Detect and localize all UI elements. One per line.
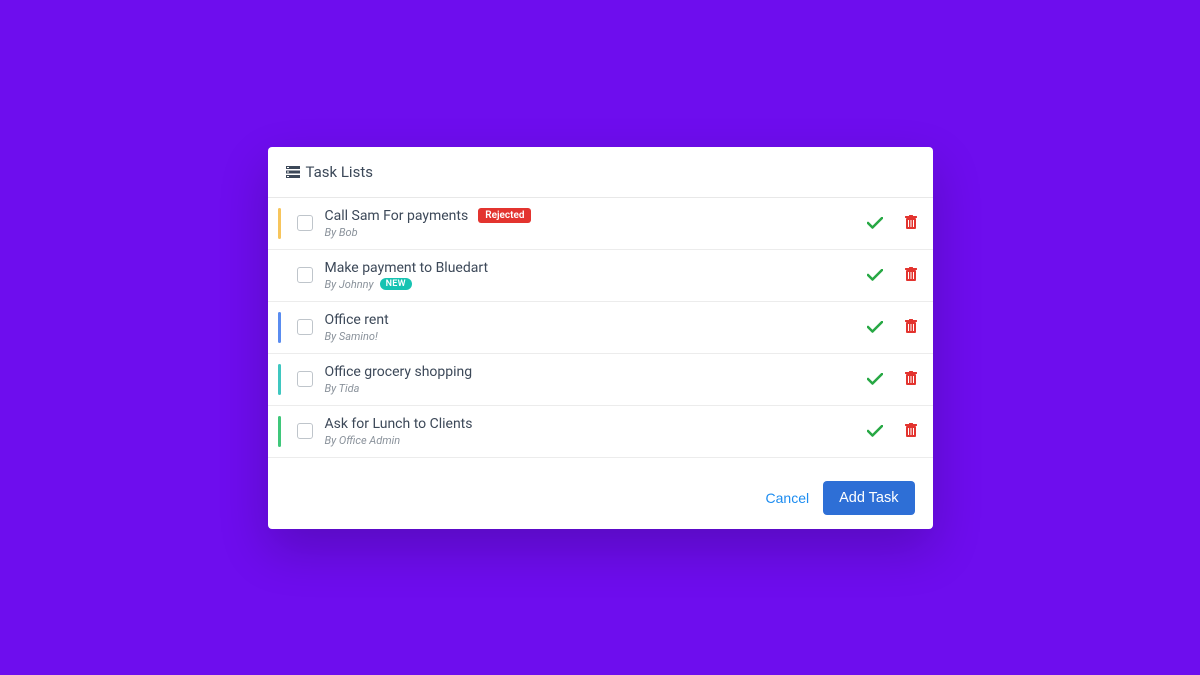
task-checkbox[interactable] [297, 267, 313, 283]
task-title: Office rent [325, 312, 389, 328]
task-checkbox[interactable] [297, 215, 313, 231]
task-body: Office grocery shopping By Tida [325, 364, 855, 395]
task-author: By Office Admin [325, 434, 855, 447]
trash-icon[interactable] [905, 370, 917, 389]
task-scroll-area[interactable]: Call Sam For payments Rejected By Bob [268, 197, 933, 467]
task-body: Ask for Lunch to Clients By Office Admin [325, 416, 855, 447]
row-actions [867, 422, 917, 441]
check-icon[interactable] [867, 318, 883, 337]
task-title: Ask for Lunch to Clients [325, 416, 473, 432]
header-title: Task Lists [306, 163, 373, 181]
task-author: By Johnny NEW [325, 278, 855, 291]
add-task-button[interactable]: Add Task [823, 481, 914, 515]
accent-bar [278, 364, 281, 395]
task-title: Call Sam For payments [325, 208, 469, 224]
task-body: Office rent By Samino! [325, 312, 855, 343]
row-actions [867, 214, 917, 233]
row-actions [867, 266, 917, 285]
trash-icon[interactable] [905, 214, 917, 233]
rejected-badge: Rejected [478, 208, 531, 223]
row-actions [867, 318, 917, 337]
check-icon[interactable] [867, 266, 883, 285]
accent-bar [278, 260, 281, 291]
trash-icon[interactable] [905, 422, 917, 441]
row-actions [867, 370, 917, 389]
list-icon [286, 166, 300, 178]
check-icon[interactable] [867, 370, 883, 389]
task-checkbox[interactable] [297, 423, 313, 439]
task-author: By Bob [325, 226, 855, 239]
task-title: Make payment to Bluedart [325, 260, 489, 276]
check-icon[interactable] [867, 214, 883, 233]
task-list-card: Task Lists Call Sam For payments Rejecte… [268, 147, 933, 529]
accent-bar [278, 208, 281, 239]
trash-icon[interactable] [905, 318, 917, 337]
task-row: Make payment to Bluedart By Johnny NEW [268, 250, 933, 302]
task-checkbox[interactable] [297, 319, 313, 335]
accent-bar [278, 416, 281, 447]
card-header: Task Lists [268, 147, 933, 197]
task-title: Office grocery shopping [325, 364, 473, 380]
task-body: Call Sam For payments Rejected By Bob [325, 208, 855, 239]
task-body: Make payment to Bluedart By Johnny NEW [325, 260, 855, 291]
task-checkbox[interactable] [297, 371, 313, 387]
task-author: By Tida [325, 382, 855, 395]
trash-icon[interactable] [905, 266, 917, 285]
check-icon[interactable] [867, 422, 883, 441]
task-row: Ask for Lunch to Clients By Office Admin [268, 406, 933, 458]
card-footer: Cancel Add Task [268, 467, 933, 529]
task-row: Client meeting follow up By Marco [268, 458, 933, 467]
cancel-button[interactable]: Cancel [766, 490, 810, 506]
task-row: Office grocery shopping By Tida [268, 354, 933, 406]
accent-bar [278, 312, 281, 343]
task-author: By Samino! [325, 330, 855, 343]
task-row: Office rent By Samino! [268, 302, 933, 354]
new-badge: NEW [380, 278, 412, 290]
task-row: Call Sam For payments Rejected By Bob [268, 198, 933, 250]
